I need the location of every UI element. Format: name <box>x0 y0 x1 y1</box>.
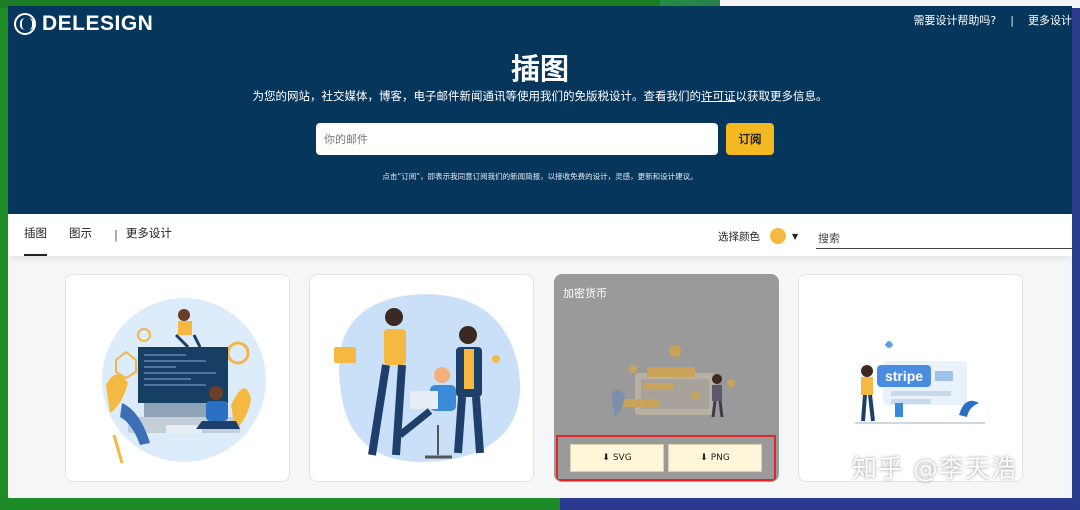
color-picker[interactable]: 选择颜色 ▼ <box>718 228 798 244</box>
illustration-card[interactable] <box>65 274 290 482</box>
tab-bar: 插图 图示 | 更多设计 <box>24 214 194 256</box>
color-swatch[interactable] <box>770 228 786 244</box>
tab-separator: | <box>114 228 118 242</box>
subscribe-note: 点击“订阅”，即表示我同意订阅我们的新闻简报，以接收免费的设计，灵感，更新和设计… <box>382 172 698 181</box>
frame-edge <box>560 498 1080 510</box>
logo-icon <box>14 13 36 35</box>
hero-header: DELESIGN 需要设计帮助吗? | 更多设计 插图 为您的网站，社交媒体，博… <box>8 6 1072 214</box>
download-icon: ⬇ <box>700 453 708 463</box>
illustration-card-hover[interactable]: 加密货币 ⬇ SVG ⬇ PNG <box>554 274 779 482</box>
svg-label: SVG <box>612 453 632 463</box>
help-link[interactable]: 需要设计帮助吗? <box>913 12 996 28</box>
desc-text-end: 以获取更多信息。 <box>735 89 828 103</box>
tab-illustrations[interactable]: 插图 <box>24 214 47 256</box>
top-link-separator: | <box>1010 13 1014 27</box>
license-link[interactable]: 许可证 <box>701 89 736 103</box>
tab-more-designs[interactable]: 更多设计 <box>126 214 172 256</box>
tab-diagrams[interactable]: 图示 <box>69 214 92 256</box>
developer-illustration <box>102 298 266 464</box>
chevron-down-icon[interactable]: ▼ <box>792 232 798 241</box>
category-nav: 插图 图示 | 更多设计 选择颜色 ▼ <box>8 214 1072 256</box>
desc-text: 为您的网站，社交媒体，博客，电子邮件新闻通讯等使用我们的免版税设计。查看我们的 <box>252 89 702 103</box>
email-field[interactable] <box>316 123 718 155</box>
download-svg-button[interactable]: ⬇ SVG <box>570 444 664 472</box>
browser-page: DELESIGN 需要设计帮助吗? | 更多设计 插图 为您的网站，社交媒体，博… <box>8 6 1072 498</box>
download-icon: ⬇ <box>602 453 610 463</box>
hero-description: 为您的网站，社交媒体，博客，电子邮件新闻通讯等使用我们的免版税设计。查看我们的许… <box>8 88 1072 104</box>
team-illustration <box>334 294 520 462</box>
color-picker-label: 选择颜色 <box>718 230 760 243</box>
stripe-logo-text: stripe <box>885 368 923 384</box>
subscribe-form: 订阅 <box>316 123 774 155</box>
top-links: 需要设计帮助吗? | 更多设计 <box>913 12 1072 28</box>
png-label: PNG <box>710 453 730 463</box>
page-title: 插图 <box>510 52 569 86</box>
subscribe-button[interactable]: 订阅 <box>726 123 774 155</box>
watermark: 知乎 @李天浩 <box>852 454 1017 483</box>
more-designs-link[interactable]: 更多设计 <box>1028 12 1072 28</box>
brand-logo[interactable]: DELESIGN <box>14 12 153 36</box>
download-options-highlight: ⬇ SVG ⬇ PNG <box>556 435 776 481</box>
frame-edge <box>0 498 560 510</box>
search-input[interactable] <box>816 228 1072 249</box>
download-png-button[interactable]: ⬇ PNG <box>668 444 762 472</box>
card-title: 加密货币 <box>563 287 607 300</box>
brand-name: DELESIGN <box>42 12 154 35</box>
illustration-card[interactable] <box>309 274 534 482</box>
